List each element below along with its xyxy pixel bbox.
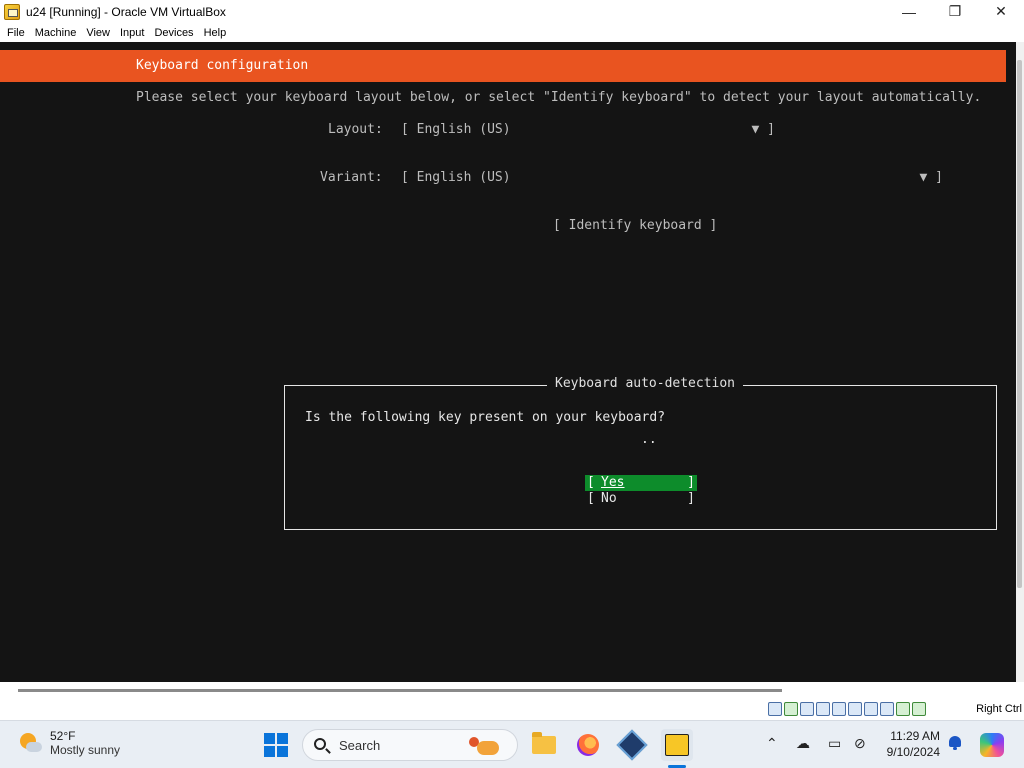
start-icon[interactable]: [264, 733, 288, 757]
search-placeholder: Search: [339, 738, 381, 753]
cpu-icon[interactable]: [880, 702, 894, 716]
installer-instruction: Please select your keyboard layout below…: [136, 90, 982, 105]
copilot-icon[interactable]: [980, 733, 1004, 757]
menu-machine[interactable]: Machine: [30, 27, 82, 39]
host-key-label: Right Ctrl: [976, 703, 1022, 715]
usb-icon[interactable]: [800, 702, 814, 716]
dialog-question: Is the following key present on your key…: [305, 410, 666, 425]
layout-label: Layout:: [328, 122, 383, 137]
file-explorer-icon[interactable]: [528, 729, 560, 761]
notification-bell-icon[interactable]: [948, 735, 962, 751]
display-icon[interactable]: [848, 702, 862, 716]
maximize-button[interactable]: ❐: [932, 0, 978, 23]
virtualbox-icon[interactable]: [616, 729, 648, 761]
monitor-icon[interactable]: ▭: [828, 735, 841, 752]
weather-temperature: 52°F: [50, 729, 76, 743]
search-highlight-icon: [469, 735, 511, 757]
layout-value: [ English (US): [401, 122, 511, 137]
taskbar: 52°F Mostly sunny Search ⌃ ☁ ▭ ⊘ 11:29 A…: [0, 720, 1024, 768]
dialog-title: Keyboard auto-detection: [547, 376, 744, 391]
variant-value: [ English (US): [401, 170, 511, 185]
vm-display[interactable]: Keyboard configuration Please select you…: [0, 42, 1016, 682]
hdd-icon[interactable]: [768, 702, 782, 716]
no-right-bracket: ]: [687, 491, 695, 506]
search-icon: [314, 738, 326, 750]
window-controls: — ❐ ✕: [886, 0, 1024, 23]
status-icons: [768, 702, 926, 716]
auto-detection-dialog: Keyboard auto-detection Is the following…: [284, 376, 997, 530]
shared-folder-icon[interactable]: [832, 702, 846, 716]
network-icon[interactable]: [816, 702, 830, 716]
menu-bar: File Machine View Input Devices Help: [0, 23, 1024, 42]
variant-label: Variant:: [320, 170, 383, 185]
no-button[interactable]: [ No ]: [585, 491, 697, 507]
recording-icon[interactable]: [864, 702, 878, 716]
virtualbox-vm-icon[interactable]: [661, 729, 693, 761]
network-status-icon[interactable]: ⊘: [854, 735, 866, 752]
clock-time: 11:29 AM: [890, 729, 940, 743]
virtualbox-app-icon: [4, 3, 20, 20]
dialog-key-glyph: ..: [641, 432, 657, 447]
window-title: u24 [Running] - Oracle VM VirtualBox: [26, 4, 226, 19]
optical-icon[interactable]: [784, 702, 798, 716]
system-clock[interactable]: 11:29 AM 9/10/2024: [880, 728, 940, 760]
menu-file[interactable]: File: [2, 27, 30, 39]
minimize-button[interactable]: —: [886, 0, 932, 23]
weather-widget[interactable]: 52°F Mostly sunny: [18, 729, 120, 757]
variant-dropdown-arrow: ▼ ]: [919, 170, 943, 185]
identify-keyboard-button[interactable]: [ Identify keyboard ]: [553, 218, 717, 233]
close-button[interactable]: ✕: [978, 0, 1024, 23]
chevron-up-icon[interactable]: ⌃: [766, 735, 778, 752]
menu-view[interactable]: View: [81, 27, 115, 39]
menu-devices[interactable]: Devices: [149, 27, 198, 39]
layout-dropdown-arrow: ▼ ]: [751, 122, 775, 137]
weather-description: Mostly sunny: [50, 743, 121, 757]
vertical-scrollbar-thumb[interactable]: [1017, 60, 1022, 588]
no-left-bracket: [: [587, 491, 595, 506]
clock-date: 9/10/2024: [886, 745, 940, 759]
yes-button[interactable]: [ Yes ]: [585, 475, 697, 491]
vertical-scrollbar[interactable]: [1016, 42, 1024, 682]
partly-sunny-icon: [18, 731, 42, 755]
mouse-integration-icon[interactable]: [896, 702, 910, 716]
keyboard-icon[interactable]: [912, 702, 926, 716]
vm-status-bar: Right Ctrl: [0, 700, 1024, 720]
firefox-icon[interactable]: [572, 729, 604, 761]
yes-label: Yes: [601, 475, 625, 490]
yes-right-bracket: ]: [687, 475, 695, 490]
cloud-offline-icon[interactable]: ☁: [796, 735, 810, 752]
window-titlebar: u24 [Running] - Oracle VM VirtualBox — ❐…: [0, 0, 1024, 23]
yes-left-bracket: [: [587, 475, 595, 490]
menu-input[interactable]: Input: [115, 27, 149, 39]
taskbar-search[interactable]: Search: [302, 729, 518, 761]
installer-header-title: Keyboard configuration: [136, 58, 309, 73]
no-label: No: [601, 491, 617, 506]
horizontal-scrollbar[interactable]: [18, 689, 782, 692]
menu-help[interactable]: Help: [199, 27, 232, 39]
